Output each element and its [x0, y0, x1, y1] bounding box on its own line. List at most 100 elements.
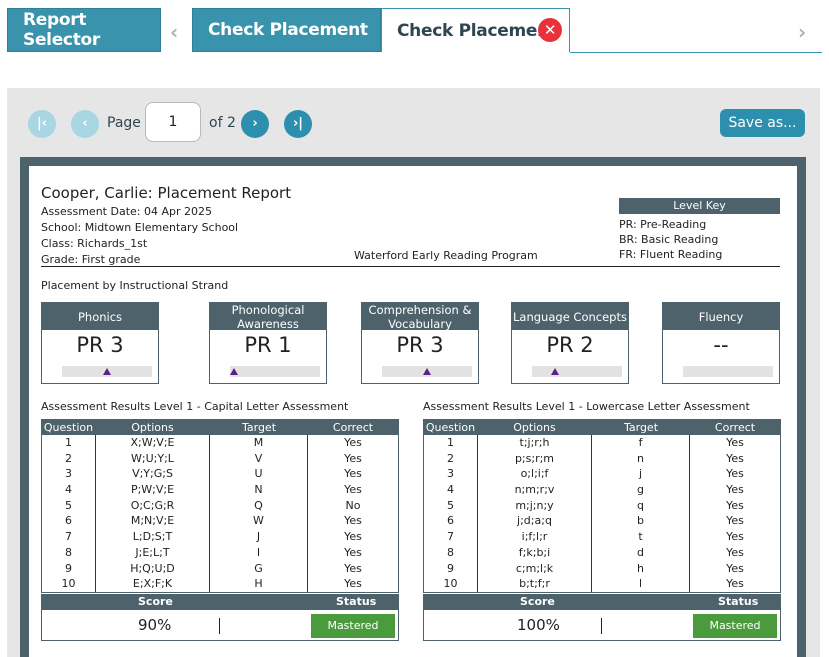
report-frame: Cooper, Carlie: Placement Report Assessm… — [20, 157, 806, 657]
table-cell: Yes — [726, 436, 744, 449]
table-cell: c;m;l;k — [477, 560, 592, 577]
strand-card-fluency: Fluency -- — [662, 302, 780, 384]
score-box: 90% Mastered — [41, 609, 399, 641]
table-header: Question Options Target Correct — [42, 420, 398, 435]
column-header: Correct — [332, 421, 374, 434]
strand-card-phonological-awareness: Phonological Awareness PR 1 — [209, 302, 327, 384]
column-header: Correct — [714, 421, 756, 434]
table-cell: 10 — [443, 577, 458, 591]
table-row: 7 L;D;S;T J Yes — [42, 529, 398, 545]
level-bar — [683, 366, 773, 377]
table-row: 1 X;W;V;E M Yes — [42, 435, 398, 451]
table-cell: H — [210, 576, 308, 592]
table-cell: 10 — [61, 577, 76, 591]
level-key-item: FR: Fluent Reading — [619, 248, 723, 261]
status-label: Status — [336, 595, 377, 608]
level-key-title: Level Key — [619, 198, 780, 214]
save-as-button[interactable]: Save as... — [720, 109, 805, 137]
table-cell: 8 — [65, 545, 72, 559]
table-row: 2 W;U;Y;L V Yes — [42, 450, 398, 467]
table-cell: H;Q;U;D — [95, 560, 210, 577]
table-cell: 7 — [65, 530, 72, 544]
table-cell: Yes — [344, 545, 362, 559]
level-bar — [382, 366, 472, 377]
strand-name: Comprehension & Vocabulary — [362, 303, 478, 331]
tab-check-placement-active[interactable]: Check Placement ✕ — [381, 8, 570, 52]
divider — [41, 266, 780, 267]
table-cell: G — [210, 560, 308, 577]
score-label: Score — [138, 595, 173, 608]
table-cell: 4 — [447, 483, 454, 497]
table-cell: j;d;a;q — [477, 513, 592, 530]
strand-name: Phonics — [42, 303, 158, 330]
table-cell: b;t;f;r — [477, 576, 592, 592]
table-row: 1 t;j;r;h f Yes — [424, 435, 780, 451]
school-name: School: Midtown Elementary School — [41, 221, 239, 234]
table-cell: J;E;L;T — [95, 544, 210, 561]
table-cell: W — [210, 513, 308, 530]
score-header: Score Status — [423, 594, 781, 609]
table-cell: p;s;r;m — [477, 450, 592, 467]
table-cell: 1 — [447, 436, 454, 449]
strand-name: Fluency — [663, 303, 779, 330]
class-name: Class: Richards_1st — [41, 237, 148, 250]
page-number-input[interactable] — [145, 102, 201, 142]
table-cell: m;j;n;y — [477, 497, 592, 514]
tab-check-placement[interactable]: Check Placement — [192, 8, 381, 52]
column-header: Question — [425, 421, 476, 434]
close-tab-icon[interactable]: ✕ — [538, 18, 562, 42]
report-viewer: |‹ ‹ Page of 2 › ›| Save as... Cooper, C… — [7, 88, 820, 657]
tab-label: Check Placement — [208, 20, 368, 40]
score-box: 100% Mastered — [423, 609, 781, 641]
column-header: Options — [131, 421, 174, 434]
table-cell: 8 — [447, 545, 454, 559]
report-page: Cooper, Carlie: Placement Report Assessm… — [29, 166, 797, 657]
table-row: 3 V;Y;G;S U Yes — [42, 466, 398, 483]
table-cell: X;W;V;E — [95, 435, 210, 451]
table-cell: O;C;G;R — [95, 497, 210, 514]
next-page-button[interactable]: › — [241, 110, 269, 138]
table-cell: Yes — [726, 467, 744, 481]
table-cell: f;k;b;i — [477, 544, 592, 561]
table-cell: Yes — [726, 498, 744, 512]
strand-section-label: Placement by Instructional Strand — [41, 279, 229, 292]
prev-page-button[interactable]: ‹ — [71, 110, 99, 138]
table-cell: 3 — [65, 467, 72, 481]
strand-card-phonics: Phonics PR 3 — [41, 302, 159, 384]
last-page-button[interactable]: ›| — [284, 110, 312, 138]
table-cell: b — [592, 513, 690, 530]
status-badge: Mastered — [693, 614, 777, 638]
table-cell: q — [592, 497, 690, 514]
column-header: Target — [241, 421, 277, 434]
table-cell: W;U;Y;L — [95, 450, 210, 467]
table-cell: 1 — [65, 436, 72, 449]
strand-card-comprehension-vocabulary: Comprehension & Vocabulary PR 3 — [361, 302, 479, 384]
first-page-button[interactable]: |‹ — [28, 110, 56, 138]
strand-level: PR 3 — [396, 333, 444, 357]
table-row: 6 M;N;V;E W Yes — [42, 513, 398, 530]
table-cell: 6 — [65, 514, 72, 528]
tab-scroll-left-icon[interactable]: ‹ — [170, 20, 178, 44]
status-badge: Mastered — [311, 614, 395, 638]
table-cell: Yes — [726, 451, 744, 465]
tab-label: Check Placement — [397, 20, 557, 41]
table-row: 4 n;m;r;v g Yes — [424, 482, 780, 498]
table-row: 6 j;d;a;q b Yes — [424, 513, 780, 530]
table-cell: No — [345, 498, 361, 512]
table-cell: 9 — [65, 561, 72, 575]
table-cell: Yes — [344, 467, 362, 481]
table-cell: I — [210, 544, 308, 561]
table-row: 8 f;k;b;i d Yes — [424, 544, 780, 561]
table-cell: 5 — [65, 498, 72, 512]
table-cell: Yes — [344, 577, 362, 591]
tab-scroll-right-icon[interactable]: › — [798, 20, 806, 44]
table-row: 3 o;l;i;f j Yes — [424, 466, 780, 483]
tab-report-selector[interactable]: Report Selector — [7, 8, 161, 52]
table-cell: Yes — [344, 514, 362, 528]
assessment-date: Assessment Date: 04 Apr 2025 — [41, 205, 212, 218]
table-cell: Yes — [344, 561, 362, 575]
table-cell: o;l;i;f — [477, 466, 592, 483]
table-row: 8 J;E;L;T I Yes — [42, 544, 398, 561]
table-cell: 6 — [447, 514, 454, 528]
status-label: Status — [718, 595, 759, 608]
